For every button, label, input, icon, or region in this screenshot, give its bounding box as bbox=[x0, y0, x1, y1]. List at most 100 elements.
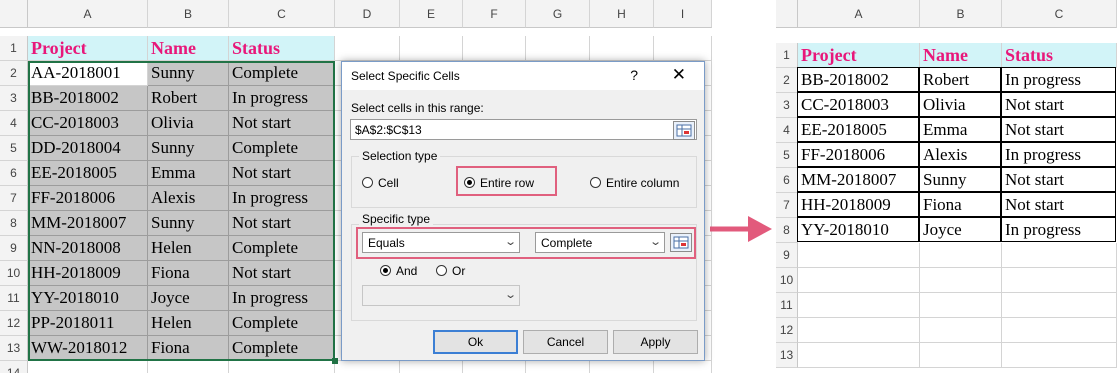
left_sheet-data-cell[interactable]: Not start bbox=[229, 261, 335, 286]
right_sheet-empty-cell[interactable] bbox=[1002, 293, 1117, 318]
range-input[interactable]: $A$2:$C$13 bbox=[350, 119, 697, 140]
left_sheet-empty-cell[interactable] bbox=[148, 361, 229, 373]
left_sheet-column-header[interactable]: G bbox=[526, 0, 590, 28]
right_sheet-empty-cell[interactable] bbox=[798, 268, 920, 293]
left_sheet-data-cell[interactable]: CC-2018003 bbox=[28, 111, 148, 136]
left_sheet-data-cell[interactable]: Joyce bbox=[148, 286, 229, 311]
right_sheet-corner[interactable] bbox=[776, 0, 798, 28]
left_sheet-column-header[interactable]: H bbox=[590, 0, 654, 28]
left_sheet-column-header[interactable]: D bbox=[335, 0, 400, 28]
left_sheet-empty-cell[interactable] bbox=[335, 36, 400, 61]
right_sheet-row-header[interactable]: 9 bbox=[776, 243, 798, 268]
left_sheet-row-header[interactable]: 7 bbox=[0, 186, 28, 211]
radio-or[interactable]: Or bbox=[436, 264, 465, 278]
right_sheet-row-header[interactable]: 10 bbox=[776, 268, 798, 293]
right_sheet-header-cell[interactable]: Name bbox=[920, 43, 1002, 68]
right_sheet-row-header[interactable]: 1 bbox=[776, 43, 798, 68]
left_sheet-empty-cell[interactable] bbox=[590, 36, 654, 61]
left_sheet-data-cell[interactable]: Not start bbox=[229, 211, 335, 236]
left_sheet-data-cell[interactable]: In progress bbox=[229, 186, 335, 211]
left_sheet-data-cell[interactable]: Sunny bbox=[148, 61, 229, 86]
left_sheet-data-cell[interactable]: Complete bbox=[229, 311, 335, 336]
left_sheet-row-header[interactable]: 10 bbox=[0, 261, 28, 286]
left_sheet-data-cell[interactable]: EE-2018005 bbox=[28, 161, 148, 186]
left_sheet-data-cell[interactable]: AA-2018001 bbox=[28, 61, 148, 86]
left_sheet-column-header[interactable]: A bbox=[28, 0, 148, 28]
left_sheet-fill-handle[interactable] bbox=[332, 358, 338, 364]
right_sheet-empty-cell[interactable] bbox=[798, 293, 920, 318]
left_sheet-column-header[interactable]: B bbox=[148, 0, 229, 28]
right_sheet-row-header[interactable]: 4 bbox=[776, 118, 798, 143]
right_sheet-row-header[interactable]: 12 bbox=[776, 318, 798, 343]
left_sheet-data-cell[interactable]: PP-2018011 bbox=[28, 311, 148, 336]
apply-button[interactable]: Apply bbox=[613, 330, 698, 354]
left_sheet-row-header[interactable]: 1 bbox=[0, 36, 28, 61]
right_sheet-data-cell[interactable]: BB-2018002 bbox=[797, 67, 919, 92]
left_sheet-column-header[interactable]: E bbox=[400, 0, 463, 28]
second-operator-dropdown[interactable]: ⌄ bbox=[362, 285, 520, 306]
left_sheet-empty-cell[interactable] bbox=[335, 361, 400, 373]
right_sheet-data-cell[interactable]: CC-2018003 bbox=[797, 92, 919, 117]
left_sheet-row-header[interactable]: 12 bbox=[0, 311, 28, 336]
left_sheet-data-cell[interactable]: Complete bbox=[229, 61, 335, 86]
left_sheet-data-cell[interactable]: In progress bbox=[229, 86, 335, 111]
right_sheet-data-cell[interactable]: Joyce bbox=[919, 217, 1001, 242]
right_sheet-empty-cell[interactable] bbox=[798, 243, 920, 268]
left_sheet-data-cell[interactable]: NN-2018008 bbox=[28, 236, 148, 261]
left_sheet-data-cell[interactable]: Sunny bbox=[148, 136, 229, 161]
right_sheet-data-cell[interactable]: Alexis bbox=[919, 142, 1001, 167]
left_sheet-row-header[interactable]: 13 bbox=[0, 336, 28, 361]
left_sheet-row-header[interactable]: 4 bbox=[0, 111, 28, 136]
left_sheet-header-cell[interactable]: Status bbox=[229, 36, 335, 61]
left_sheet-data-cell[interactable]: Not start bbox=[229, 111, 335, 136]
left_sheet-data-cell[interactable]: Emma bbox=[148, 161, 229, 186]
right_sheet-column-header[interactable]: A bbox=[798, 0, 920, 28]
left_sheet-data-cell[interactable]: Complete bbox=[229, 136, 335, 161]
left_sheet-row-header[interactable]: 5 bbox=[0, 136, 28, 161]
right_sheet-data-cell[interactable]: In progress bbox=[1001, 217, 1116, 242]
right_sheet-data-cell[interactable]: Not start bbox=[1001, 167, 1116, 192]
ok-button[interactable]: Ok bbox=[433, 330, 518, 354]
right_sheet-empty-cell[interactable] bbox=[1002, 268, 1117, 293]
left_sheet-data-cell[interactable]: FF-2018006 bbox=[28, 186, 148, 211]
left_sheet-row-header[interactable]: 11 bbox=[0, 286, 28, 311]
right_sheet-row-header[interactable]: 7 bbox=[776, 193, 798, 218]
right_sheet-empty-cell[interactable] bbox=[798, 343, 920, 368]
left_sheet-empty-cell[interactable] bbox=[526, 36, 590, 61]
left_sheet-data-cell[interactable]: Helen bbox=[148, 236, 229, 261]
right_sheet-row-header[interactable]: 3 bbox=[776, 93, 798, 118]
left_sheet-header-cell[interactable]: Name bbox=[148, 36, 229, 61]
right_sheet-data-cell[interactable]: FF-2018006 bbox=[797, 142, 919, 167]
left_sheet-data-cell[interactable]: Complete bbox=[229, 336, 335, 361]
left_sheet-empty-cell[interactable] bbox=[229, 361, 335, 373]
left_sheet-data-cell[interactable]: Fiona bbox=[148, 336, 229, 361]
right_sheet-data-cell[interactable]: In progress bbox=[1001, 142, 1116, 167]
right_sheet-row-header[interactable]: 6 bbox=[776, 168, 798, 193]
left_sheet-row-header[interactable]: 3 bbox=[0, 86, 28, 111]
left_sheet-data-cell[interactable]: Helen bbox=[148, 311, 229, 336]
radio-cell[interactable]: Cell bbox=[362, 176, 399, 190]
left_sheet-data-cell[interactable]: Alexis bbox=[148, 186, 229, 211]
right_sheet-empty-cell[interactable] bbox=[920, 318, 1002, 343]
right_sheet-data-cell[interactable]: HH-2018009 bbox=[797, 192, 919, 217]
left_sheet-row-header[interactable]: 14 bbox=[0, 361, 28, 373]
right_sheet-data-cell[interactable]: Olivia bbox=[919, 92, 1001, 117]
left_sheet-row-header[interactable]: 8 bbox=[0, 211, 28, 236]
right_sheet-row-header[interactable]: 2 bbox=[776, 68, 798, 93]
left_sheet-empty-cell[interactable] bbox=[28, 361, 148, 373]
radio-and[interactable]: And bbox=[380, 264, 417, 278]
right_sheet-data-cell[interactable]: In progress bbox=[1001, 67, 1116, 92]
left_sheet-data-cell[interactable]: HH-2018009 bbox=[28, 261, 148, 286]
right_sheet-data-cell[interactable]: Sunny bbox=[919, 167, 1001, 192]
right_sheet-empty-cell[interactable] bbox=[920, 343, 1002, 368]
close-icon[interactable]: ✕ bbox=[672, 65, 686, 85]
left_sheet-data-cell[interactable]: Complete bbox=[229, 236, 335, 261]
right_sheet-empty-cell[interactable] bbox=[798, 318, 920, 343]
left_sheet-empty-cell[interactable] bbox=[654, 361, 712, 373]
right_sheet-data-cell[interactable]: Not start bbox=[1001, 192, 1116, 217]
right_sheet-empty-cell[interactable] bbox=[920, 268, 1002, 293]
range-picker-button[interactable] bbox=[673, 121, 695, 140]
radio-entire-column[interactable]: Entire column bbox=[590, 176, 679, 190]
help-icon[interactable]: ? bbox=[630, 67, 638, 83]
left_sheet-data-cell[interactable]: WW-2018012 bbox=[28, 336, 148, 361]
